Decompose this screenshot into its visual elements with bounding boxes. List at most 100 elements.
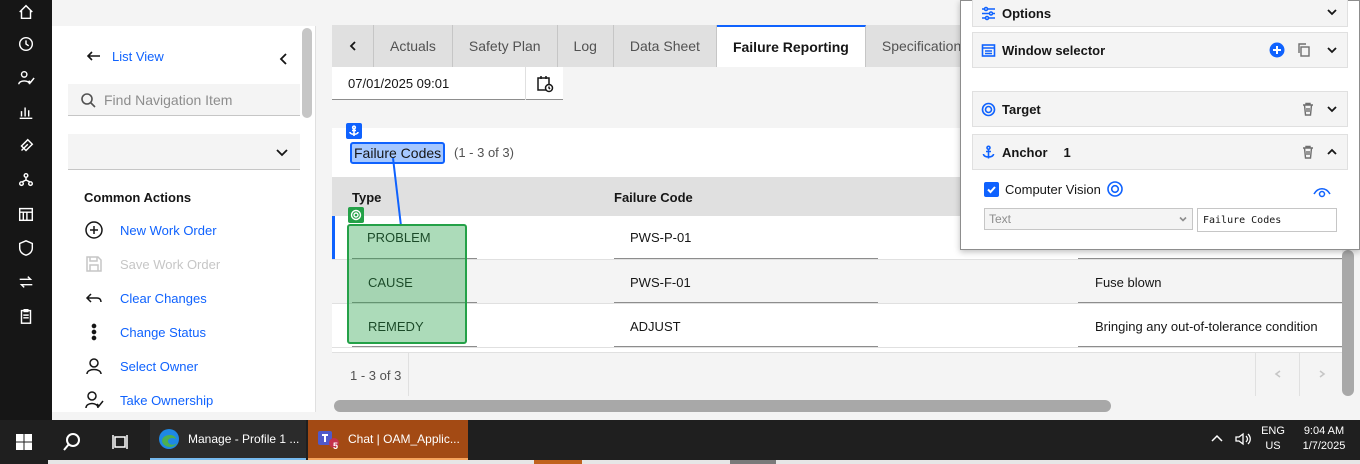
clear-changes-action[interactable]: Clear Changes <box>84 286 207 310</box>
history-icon[interactable] <box>14 32 38 56</box>
vertical-scrollbar[interactable] <box>1342 250 1354 396</box>
chevron-down-icon[interactable] <box>1325 102 1339 116</box>
target-section[interactable]: Target <box>972 91 1348 127</box>
collapse-panel-button[interactable] <box>276 51 292 67</box>
tab-safety-plan[interactable]: Safety Plan <box>453 25 558 67</box>
cell-underline <box>1078 302 1342 303</box>
anchor-section[interactable]: Anchor 1 <box>972 134 1348 170</box>
select-owner-action[interactable]: Select Owner <box>84 354 198 378</box>
options-section[interactable]: Options <box>972 0 1348 27</box>
home-icon[interactable] <box>14 0 38 24</box>
tab-data-sheet[interactable]: Data Sheet <box>614 25 717 67</box>
window-selector-label: Window selector <box>1002 42 1106 58</box>
target-highlight <box>347 224 467 344</box>
options-label: Options <box>1002 6 1052 21</box>
table-row[interactable] <box>332 260 1342 304</box>
date-time-field[interactable]: 07/01/2025 09:01 <box>332 67 563 100</box>
selector-value-text: Failure Codes <box>1203 214 1282 226</box>
calendar-picker-button[interactable] <box>525 67 563 100</box>
failure-codes-title: Failure Codes <box>350 142 446 164</box>
below-taskbar-accent <box>730 460 776 464</box>
cell-failure-code: PWS-F-01 <box>630 275 691 290</box>
undo-icon <box>85 293 102 303</box>
selector-value-input[interactable]: Failure Codes <box>1197 208 1337 232</box>
overflow-menu-icon <box>91 323 97 341</box>
column-header-failure-code[interactable]: Failure Code <box>614 190 693 205</box>
window-selector-section[interactable]: Window selector <box>972 32 1348 68</box>
new-work-order-action[interactable]: New Work Order <box>84 218 217 242</box>
action-label: New Work Order <box>120 222 217 238</box>
delete-icon[interactable] <box>1301 145 1315 159</box>
windows-start-icon[interactable] <box>10 428 38 456</box>
date-time-value: 07/01/2025 09:01 <box>348 75 450 91</box>
calendar-clock-icon <box>536 75 553 92</box>
cell-underline <box>352 346 477 347</box>
user-check-icon[interactable] <box>14 66 38 90</box>
edge-app-label: Manage - Profile 1 ... <box>188 432 300 446</box>
below-taskbar-accent <box>534 460 582 464</box>
browser-extension-icon[interactable] <box>1269 42 1285 58</box>
target-icon <box>981 102 996 116</box>
cell-description: Fuse blown <box>1095 275 1162 290</box>
cell-failure-code: PWS-P-01 <box>630 230 692 245</box>
transfer-icon[interactable] <box>14 270 38 294</box>
previous-page-button[interactable] <box>1255 352 1299 396</box>
side-rail <box>0 0 52 420</box>
search-icon <box>81 92 96 108</box>
chevron-down-icon[interactable] <box>1325 5 1339 19</box>
anchor-label: Anchor <box>1002 144 1048 160</box>
table-count: (1 - 3 of 3) <box>454 145 514 160</box>
take-ownership-action[interactable]: Take Ownership <box>84 388 213 412</box>
next-page-button[interactable] <box>1299 352 1343 396</box>
cell-failure-code: ADJUST <box>630 319 681 334</box>
taskbar-edge-app[interactable]: Manage - Profile 1 ... <box>150 420 306 460</box>
language-code: ENG <box>1261 425 1285 437</box>
task-view-icon[interactable] <box>106 428 134 456</box>
network-icon[interactable] <box>14 168 38 192</box>
find-navigation-input[interactable]: Find Navigation Item <box>68 84 300 116</box>
chevron-left-icon <box>349 41 356 51</box>
column-header-type[interactable]: Type <box>352 190 381 205</box>
tab-failure-reporting[interactable]: Failure Reporting <box>716 25 866 67</box>
computer-vision-checkbox[interactable] <box>984 181 999 197</box>
target-icon[interactable] <box>1107 181 1123 197</box>
caret-right-icon <box>1319 370 1325 378</box>
delete-icon[interactable] <box>1301 102 1315 116</box>
below-taskbar-strip <box>48 460 1360 464</box>
row-selection-indicator <box>332 216 335 259</box>
selector-type-dropdown[interactable]: Text <box>984 208 1193 230</box>
calendar-grid-icon[interactable] <box>14 202 38 226</box>
language-indicator[interactable]: ENG US <box>1258 424 1288 454</box>
cell-underline <box>614 346 878 347</box>
nav-scrollbar[interactable] <box>302 28 312 118</box>
chevron-left-icon <box>279 53 287 65</box>
list-view-link[interactable]: List View <box>86 48 164 64</box>
change-status-action[interactable]: Change Status <box>84 320 206 344</box>
shield-icon[interactable] <box>14 236 38 260</box>
chevron-up-icon[interactable] <box>1325 145 1339 159</box>
horizontal-scrollbar[interactable] <box>334 400 1111 412</box>
volume-icon[interactable] <box>1234 432 1252 451</box>
clock-date: 1/7/2025 <box>1302 440 1346 452</box>
chevron-down-icon[interactable] <box>1325 43 1339 57</box>
nav-panel-header-strip <box>52 0 316 26</box>
tray-chevron-icon[interactable] <box>1210 432 1224 449</box>
rocket-icon[interactable] <box>14 134 38 158</box>
clock[interactable]: 9:04 AM 1/7/2025 <box>1294 424 1354 454</box>
cell-underline <box>614 258 878 259</box>
copy-icon[interactable] <box>1297 43 1311 57</box>
taskbar-teams-app[interactable]: 5 Chat | OAM_Applic... <box>308 420 468 460</box>
tab-actuals[interactable]: Actuals <box>374 25 453 67</box>
tab-log[interactable]: Log <box>558 25 614 67</box>
arrow-left-icon <box>86 51 100 61</box>
navigation-dropdown[interactable] <box>68 134 300 170</box>
add-circle-icon <box>85 221 103 239</box>
tab-scroll-left-button[interactable] <box>332 25 374 67</box>
region-code: US <box>1265 440 1281 452</box>
clipboard-icon[interactable] <box>14 304 38 328</box>
save-work-order-action[interactable]: Save Work Order <box>84 252 220 276</box>
report-icon[interactable] <box>14 100 38 124</box>
highlight-eye-button[interactable] <box>1312 184 1332 200</box>
eye-icon <box>1313 188 1331 198</box>
search-icon[interactable] <box>58 428 86 456</box>
